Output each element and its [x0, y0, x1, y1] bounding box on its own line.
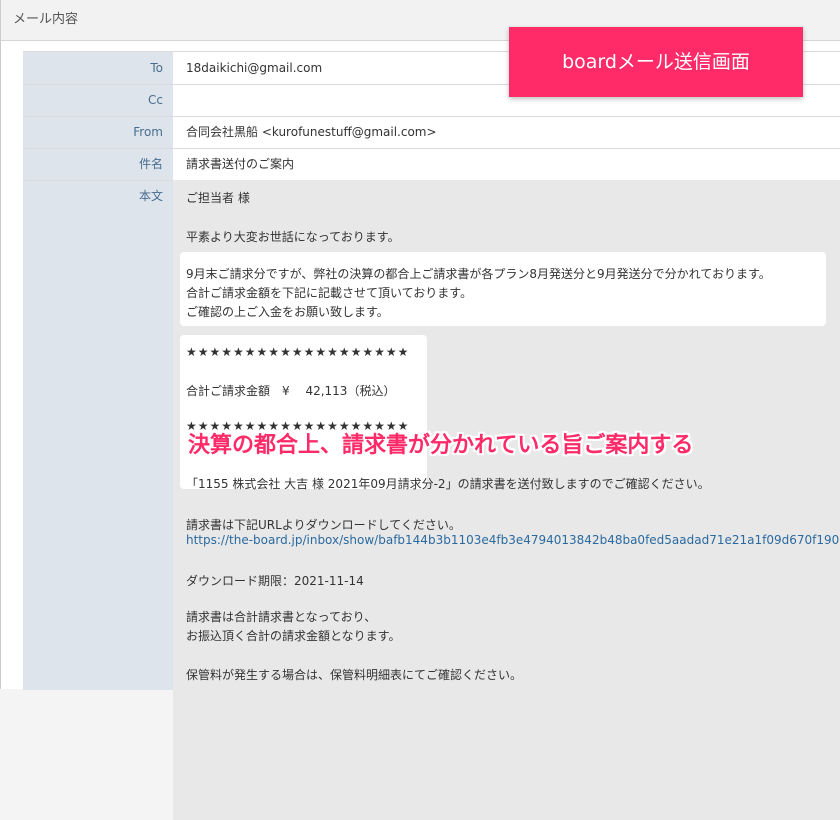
- from-label: From: [133, 125, 163, 139]
- download-intro-text: 請求書は下記URLよりダウンロードしてください。: [186, 518, 461, 532]
- download-link[interactable]: https://the-board.jp/inbox/show/bafb144b…: [186, 533, 840, 547]
- note-line-1: 請求書は合計請求書となっており、: [186, 610, 377, 624]
- screen-title-badge: boardメール送信画面: [509, 27, 803, 97]
- download-deadline: ダウンロード期限：2021-11-14: [186, 574, 364, 588]
- from-value[interactable]: 合同会社黒船 <kurofunestuff@gmail.com>: [186, 116, 437, 148]
- to-label: To: [150, 61, 163, 75]
- to-value[interactable]: 18daikichi@gmail.com: [186, 52, 322, 84]
- body-row: 本文 ご担当者 様 平素より大変お世話になっております。 9月末ご請求分ですが、…: [23, 180, 840, 820]
- total-amount: 合計ご請求金額 ¥ 42,113（税込）: [186, 384, 396, 398]
- subject-row: 件名 請求書送付のご案内: [23, 148, 840, 181]
- notice-line-3: ご確認の上ご入金をお願い致します。: [186, 305, 389, 319]
- body-label: 本文: [138, 189, 163, 203]
- mail-table: To 18daikichi@gmail.com Cc From 合同会社黒船 <…: [23, 51, 840, 820]
- greeting-text: ご担当者 様: [186, 191, 250, 205]
- invoice-sent-text: 「1155 株式会社 大吉 様 2021年09月請求分-2」の請求書を送付致しま…: [186, 477, 710, 491]
- mail-content-panel: メール内容 To 18daikichi@gmail.com Cc From 合同…: [0, 0, 840, 820]
- cc-label: Cc: [148, 93, 163, 107]
- storage-note: 保管料が発生する場合は、保管料明細表にてご確認ください。: [186, 668, 523, 682]
- from-row: From 合同会社黒船 <kurofunestuff@gmail.com>: [23, 116, 840, 149]
- note-line-2: お振込頂く合計の請求金額となります。: [186, 629, 401, 643]
- subject-value[interactable]: 請求書送付のご案内: [186, 148, 294, 180]
- notice-line-1: 9月末ご請求分ですが、弊社の決算の都合上ご請求書が各プラン8月発送分と9月発送分…: [186, 267, 771, 281]
- notice-line-2: 合計ご請求金額を下記に記載させて頂いております。: [186, 286, 473, 300]
- stars-top: ★★★★★★★★★★★★★★★★★★★: [186, 345, 410, 359]
- opening-text: 平素より大変お世話になっております。: [186, 230, 400, 244]
- subject-label: 件名: [138, 157, 163, 171]
- annotation-text: 決算の都合上、請求書が分かれている旨ご案内する: [188, 433, 694, 458]
